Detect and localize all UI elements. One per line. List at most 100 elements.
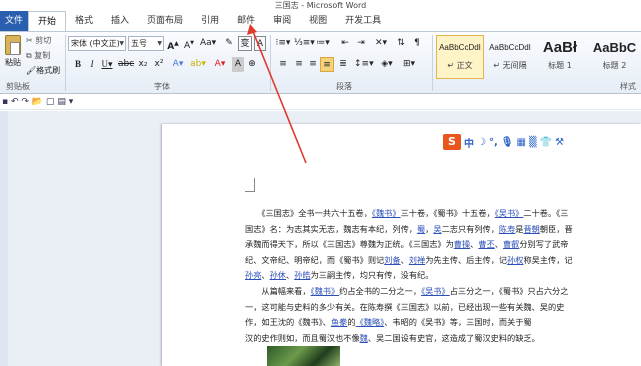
shading-icon[interactable]: ◈▾ <box>378 57 396 72</box>
multilevel-list-icon[interactable]: ≔▾ <box>314 36 332 51</box>
customize-qat-icon[interactable]: ▾ <box>69 97 74 107</box>
tab-page-layout[interactable]: 页面布局 <box>138 11 192 31</box>
text-run: 为先主传、后主传，记 <box>425 254 508 265</box>
print-icon[interactable]: ▤ <box>57 97 66 107</box>
hyperlink[interactable]: 《吴书》 <box>421 286 450 296</box>
paste-button[interactable]: 粘贴 <box>2 35 24 77</box>
line-spacing-icon[interactable]: ↕≡▾ <box>354 57 374 72</box>
bullets-icon[interactable]: ⁝≡▾ <box>274 36 292 51</box>
hyperlink[interactable]: 曹叡 <box>503 239 519 249</box>
subscript-button[interactable]: x₂ <box>136 57 150 72</box>
margin-corner-mark <box>245 178 255 192</box>
cut-button[interactable]: ✂ 剪切 <box>26 35 51 46</box>
tab-home[interactable]: 开始 <box>28 11 67 31</box>
superscript-button[interactable]: x² <box>152 57 166 72</box>
pinyin-icon[interactable]: A <box>254 36 266 51</box>
underline-button[interactable]: U▾ <box>100 57 114 72</box>
ime-skin-icon[interactable]: ▒ <box>529 137 537 148</box>
shrink-font-icon[interactable]: A▼ <box>182 36 196 51</box>
change-case-icon[interactable]: Aa▾ <box>200 36 216 51</box>
style-normal-sample: AaBbCcDdI <box>439 43 481 52</box>
bold-button[interactable]: B <box>72 57 84 72</box>
sort-icon[interactable]: ⇅ <box>394 36 408 51</box>
increase-indent-icon[interactable]: ⇥ <box>354 36 368 51</box>
hyperlink[interactable]: 曹丕 <box>478 239 494 249</box>
tab-review[interactable]: 审阅 <box>264 11 300 31</box>
grow-font-icon[interactable]: A▲ <box>166 36 180 52</box>
enclose-char-icon[interactable]: ⊕ <box>246 57 258 72</box>
chinese-layout-icon[interactable]: ✕▾ <box>372 36 390 51</box>
ime-keyboard-icon[interactable]: ▦ <box>516 137 525 148</box>
ime-moon-icon[interactable]: ☽ <box>477 137 486 148</box>
style-heading1[interactable]: AaBł 标题 1 <box>536 35 584 79</box>
format-painter-button[interactable]: 🖌格式刷 <box>26 65 60 76</box>
save-icon[interactable]: ▪ <box>2 97 8 107</box>
borders-icon[interactable]: ⊞▾ <box>400 57 418 72</box>
hyperlink[interactable]: 《魏书》 <box>311 286 340 296</box>
char-border-icon[interactable]: 变 <box>238 36 252 51</box>
align-left-icon[interactable]: ≡ <box>276 57 290 72</box>
hyperlink[interactable]: 《吴书》 <box>495 208 524 218</box>
text-run: 《三国志》全书一共六十五卷， <box>245 208 372 218</box>
document-body[interactable]: 《三国志》全书一共六十五卷，《魏书》三十卷，《蜀书》十五卷，《吴书》二十卷。《三… <box>245 206 641 346</box>
hyperlink[interactable]: 晋朝 <box>523 224 539 234</box>
hyperlink[interactable]: 孙亮 <box>245 270 261 280</box>
font-name-select[interactable]: 宋体 (中文正) ▼ <box>68 36 126 51</box>
font-size-select[interactable]: 五号 ▼ <box>128 36 164 51</box>
style-heading2[interactable]: AaBbC 标题 2 <box>588 35 641 79</box>
tab-format[interactable]: 格式 <box>66 11 102 31</box>
decrease-indent-icon[interactable]: ⇤ <box>338 36 352 51</box>
numbering-icon[interactable]: ⅓≡▾ <box>294 36 315 51</box>
ime-punctuation-icon[interactable]: °, <box>489 137 498 148</box>
tab-mailings[interactable]: 邮件 <box>228 11 264 31</box>
hyperlink[interactable]: 陈寿 <box>499 224 515 234</box>
text-effects-icon[interactable]: A▾ <box>170 57 186 72</box>
ime-microphone-icon[interactable]: 🎙 <box>501 137 514 148</box>
style-no-spacing[interactable]: AaBbCcDdI ↵ 无间隔 <box>486 35 534 79</box>
clipboard-icon <box>5 35 21 55</box>
text-run: 纪、文帝纪、明帝纪，而《蜀书》则记 <box>245 254 385 265</box>
text-run: 一，这可能与史料的多少有关。在陈寿撰《三国志》以前，已经出现一些有关魏、吴的史 <box>245 301 565 312</box>
hyperlink[interactable]: 刘禅 <box>409 255 425 265</box>
distribute-icon[interactable]: ≣ <box>336 57 350 72</box>
char-shading-icon[interactable]: A <box>232 57 244 72</box>
copy-button[interactable]: ⧉ 复制 <box>26 50 50 61</box>
tab-view[interactable]: 视图 <box>300 11 336 31</box>
vertical-ruler <box>0 111 8 366</box>
hyperlink[interactable]: 刘备 <box>384 255 400 265</box>
tab-insert[interactable]: 插入 <box>102 11 138 31</box>
hyperlink[interactable]: 《魏略》 <box>356 317 385 327</box>
hyperlink[interactable]: 魏 <box>360 333 368 343</box>
new-icon[interactable]: ▢ <box>46 97 55 107</box>
sogou-logo[interactable]: S <box>443 134 461 150</box>
undo-icon[interactable]: ↶ <box>11 97 19 107</box>
hyperlink[interactable]: 《魏书》 <box>372 208 401 218</box>
align-center-icon[interactable]: ≡ <box>292 57 306 72</box>
tab-file[interactable]: 文件 <box>0 11 28 31</box>
strikethrough-button[interactable]: abc <box>118 57 134 72</box>
justify-icon[interactable]: ≡ <box>320 57 334 72</box>
hyperlink[interactable]: 鱼豢 <box>331 317 347 327</box>
align-right-icon[interactable]: ≡ <box>306 57 320 72</box>
italic-button[interactable]: I <box>86 57 98 72</box>
highlight-icon[interactable]: ab▾ <box>190 57 206 72</box>
hyperlink[interactable]: 孙皓 <box>294 270 310 280</box>
ime-chinese-mode-icon[interactable]: 中 <box>464 135 474 150</box>
styles-group-label: 样式 <box>620 82 636 91</box>
tab-references[interactable]: 引用 <box>192 11 228 31</box>
ime-tools-icon[interactable]: ⚒ <box>555 137 564 148</box>
group-separator <box>65 35 66 91</box>
show-marks-icon[interactable]: ¶ <box>410 36 424 51</box>
style-normal[interactable]: AaBbCcDdI ↵ 正文 <box>436 35 484 79</box>
tab-developer[interactable]: 开发工具 <box>336 11 390 31</box>
clear-format-icon[interactable]: ✎ <box>222 36 236 51</box>
hyperlink[interactable]: 蜀 <box>417 224 425 234</box>
hyperlink[interactable]: 吴 <box>433 224 441 234</box>
hyperlink[interactable]: 孙权 <box>507 255 523 265</box>
font-color-icon[interactable]: A▾ <box>212 57 228 72</box>
ime-shirt-icon[interactable]: 👕 <box>540 137 552 148</box>
open-icon[interactable]: 📂 <box>32 97 43 107</box>
hyperlink[interactable]: 孙休 <box>270 270 286 280</box>
hyperlink[interactable]: 曹操 <box>454 239 470 249</box>
redo-icon[interactable]: ↷ <box>21 97 29 107</box>
